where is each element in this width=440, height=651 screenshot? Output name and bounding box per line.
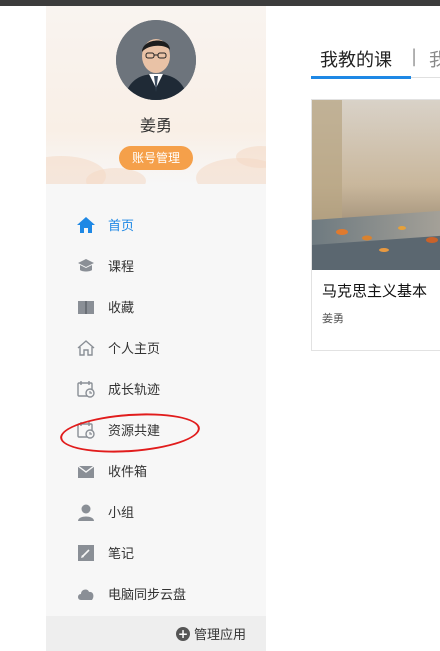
tab-my-teaching[interactable]: 我教的课 (320, 46, 392, 72)
inbox-icon (76, 461, 96, 481)
book-icon (76, 297, 96, 317)
sidebar-item-cloud-disk[interactable]: 电脑同步云盘 (46, 573, 266, 614)
house-outline-icon (76, 338, 96, 358)
course-cover-image (312, 100, 440, 270)
sidebar-item-label: 个人主页 (108, 342, 161, 357)
active-tab-underline (311, 76, 411, 79)
course-title: 马克思主义基本 (322, 282, 428, 300)
note-icon (76, 543, 96, 563)
user-icon (76, 502, 96, 522)
calendar-clock-icon (76, 379, 96, 399)
sidebar-item-label: 成长轨迹 (108, 383, 161, 398)
cloud-icon (76, 584, 96, 604)
tab-separator: | (411, 46, 418, 67)
sidebar-item-growth[interactable]: 成长轨迹 (46, 368, 266, 409)
account-management-button[interactable]: 账号管理 (119, 146, 193, 170)
manage-apps-button[interactable]: + 管理应用 (46, 616, 266, 651)
sidebar-item-notes[interactable]: 笔记 (46, 532, 266, 573)
avatar-photo (116, 20, 196, 100)
sidebar-item-label: 收件箱 (108, 465, 148, 480)
home-icon (76, 215, 96, 235)
sidebar-item-label: 小组 (108, 506, 135, 521)
tab-second[interactable]: 我 (429, 46, 440, 72)
sidebar-item-course[interactable]: 课程 (46, 245, 266, 286)
course-author: 姜勇 (322, 312, 344, 325)
sidebar-item-label: 课程 (108, 260, 135, 275)
course-icon (76, 256, 96, 276)
sidebar-item-label: 资源共建 (108, 424, 161, 439)
plus-circle-icon: + (175, 626, 190, 641)
sidebar-item-group[interactable]: 小组 (46, 491, 266, 532)
user-name: 姜勇 (139, 116, 172, 135)
sidebar-item-label: 笔记 (108, 547, 135, 562)
sidebar-item-inbox[interactable]: 收件箱 (46, 450, 266, 491)
sidebar-item-label: 首页 (108, 219, 135, 234)
sidebar-item-label: 电脑同步云盘 (108, 588, 187, 603)
sidebar-item-favorites[interactable]: 收藏 (46, 286, 266, 327)
sidebar-item-label: 收藏 (108, 301, 135, 316)
tab-rule (411, 77, 440, 78)
course-card[interactable]: 马克思主义基本 姜勇 (311, 99, 440, 351)
sidebar-item-resources[interactable]: 资源共建 (46, 409, 266, 450)
sidebar-item-homepage[interactable]: 个人主页 (46, 327, 266, 368)
decor-blob (86, 168, 146, 184)
sidebar-item-home[interactable]: 首页 (46, 204, 266, 245)
profile-panel: 姜勇 账号管理 (46, 6, 266, 184)
course-tabs: 我教的课 | 我 (311, 40, 440, 79)
sidebar-menu: 首页 课程 收藏 个人主页 成长轨迹 资源共建 收件箱 小组 笔记 电脑同步云盘 (46, 204, 266, 614)
sidebar: 姜勇 账号管理 首页 课程 收藏 个人主页 成长轨迹 资源共建 收件箱 小组 笔… (46, 6, 266, 651)
manage-apps-label: 管理应用 (193, 628, 246, 643)
avatar[interactable] (116, 20, 196, 100)
calendar-clock-icon (76, 420, 96, 440)
